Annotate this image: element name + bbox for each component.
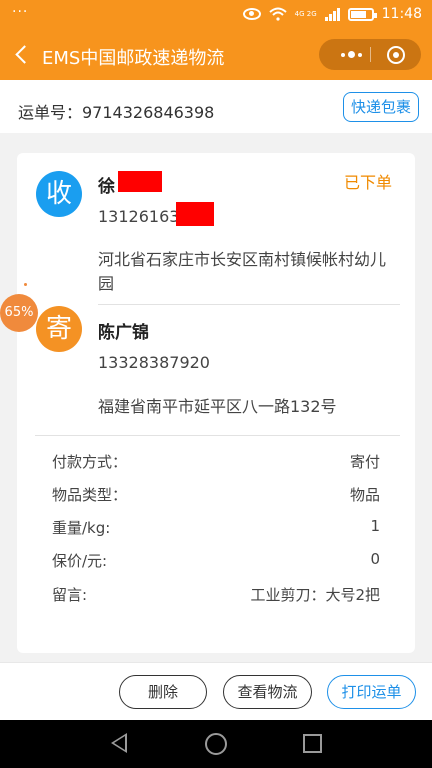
capsule-divider <box>370 47 371 62</box>
receiver-name: 徐 <box>98 177 115 197</box>
redaction-box <box>118 171 162 192</box>
close-target-icon[interactable] <box>387 46 405 64</box>
detail-row-payment: 付款方式： 寄付 <box>52 451 380 473</box>
top-bar: ··· 4G 2G 11:48 EMS中国邮政速递物流 <box>0 0 432 80</box>
delete-button[interactable]: 删除 <box>119 675 207 709</box>
nav-back-icon[interactable] <box>111 733 127 753</box>
receiver-badge: 收 <box>36 171 82 217</box>
sender-badge: 寄 <box>36 306 82 352</box>
wifi-icon <box>268 7 287 21</box>
nav-recents-icon[interactable] <box>303 734 322 753</box>
sender-address: 福建省南平市延平区八一路132号 <box>98 397 337 416</box>
clock: 11:48 <box>381 6 422 22</box>
battery-icon <box>347 7 377 21</box>
detail-row-item-type: 物品类型： 物品 <box>52 484 380 506</box>
detail-value: 物品 <box>349 486 380 504</box>
detail-value: 0 <box>370 550 380 568</box>
detail-row-message: 留言: 工业剪刀：大号2把 <box>52 584 380 606</box>
detail-row-weight: 重量/kg: 1 <box>52 517 380 539</box>
package-type-button[interactable]: 快递包裹 <box>343 92 419 122</box>
system-nav-bar <box>0 720 432 768</box>
sender-phone: 13328387920 <box>98 353 210 372</box>
divider <box>98 304 400 305</box>
receiver-address: 河北省石家庄市长安区南村镇候帐村幼儿园 <box>98 250 387 293</box>
back-icon[interactable] <box>14 43 34 67</box>
print-waybill-button[interactable]: 打印运单 <box>327 675 416 709</box>
detail-value: 寄付 <box>349 453 380 471</box>
sender-name: 陈广锦 <box>98 323 149 343</box>
page-title: EMS中国邮政速递物流 <box>42 48 225 69</box>
nav-home-icon[interactable] <box>205 733 227 755</box>
notification-dots: ··· <box>12 4 29 20</box>
detail-key: 留言: <box>52 586 88 604</box>
detail-key: 保价/元: <box>52 552 108 570</box>
detail-value: 工业剪刀：大号2把 <box>250 586 380 604</box>
status-bar: ··· 4G 2G 11:48 <box>0 0 432 30</box>
status-icons: 4G 2G 11:48 <box>242 6 422 22</box>
detail-value: 1 <box>370 517 380 535</box>
divider <box>35 435 400 436</box>
eye-icon <box>242 8 261 20</box>
redaction-box <box>176 202 214 226</box>
tracking-bar: 运单号：9714326846398 快递包裹 <box>0 80 432 133</box>
detail-key: 物品类型： <box>52 486 128 504</box>
view-logistics-button[interactable]: 查看物流 <box>223 675 312 709</box>
network-type: 4G 2G <box>294 9 317 18</box>
signal-icon <box>324 7 340 21</box>
action-bar: 删除 查看物流 打印运单 <box>0 662 432 720</box>
detail-row-insured-value: 保价/元: 0 <box>52 550 380 572</box>
order-status: 已下单 <box>344 173 393 192</box>
detail-key: 重量/kg: <box>52 519 111 537</box>
miniprogram-capsule <box>319 39 421 70</box>
more-icon[interactable] <box>333 39 369 70</box>
decor-dot <box>24 283 27 286</box>
tracking-number: 运单号：9714326846398 <box>18 103 215 122</box>
receiver-phone: 13126163 <box>98 207 180 226</box>
detail-key: 付款方式： <box>52 453 128 471</box>
app-header: EMS中国邮政速递物流 <box>0 33 432 78</box>
floating-progress-badge[interactable]: 65% <box>0 294 38 332</box>
